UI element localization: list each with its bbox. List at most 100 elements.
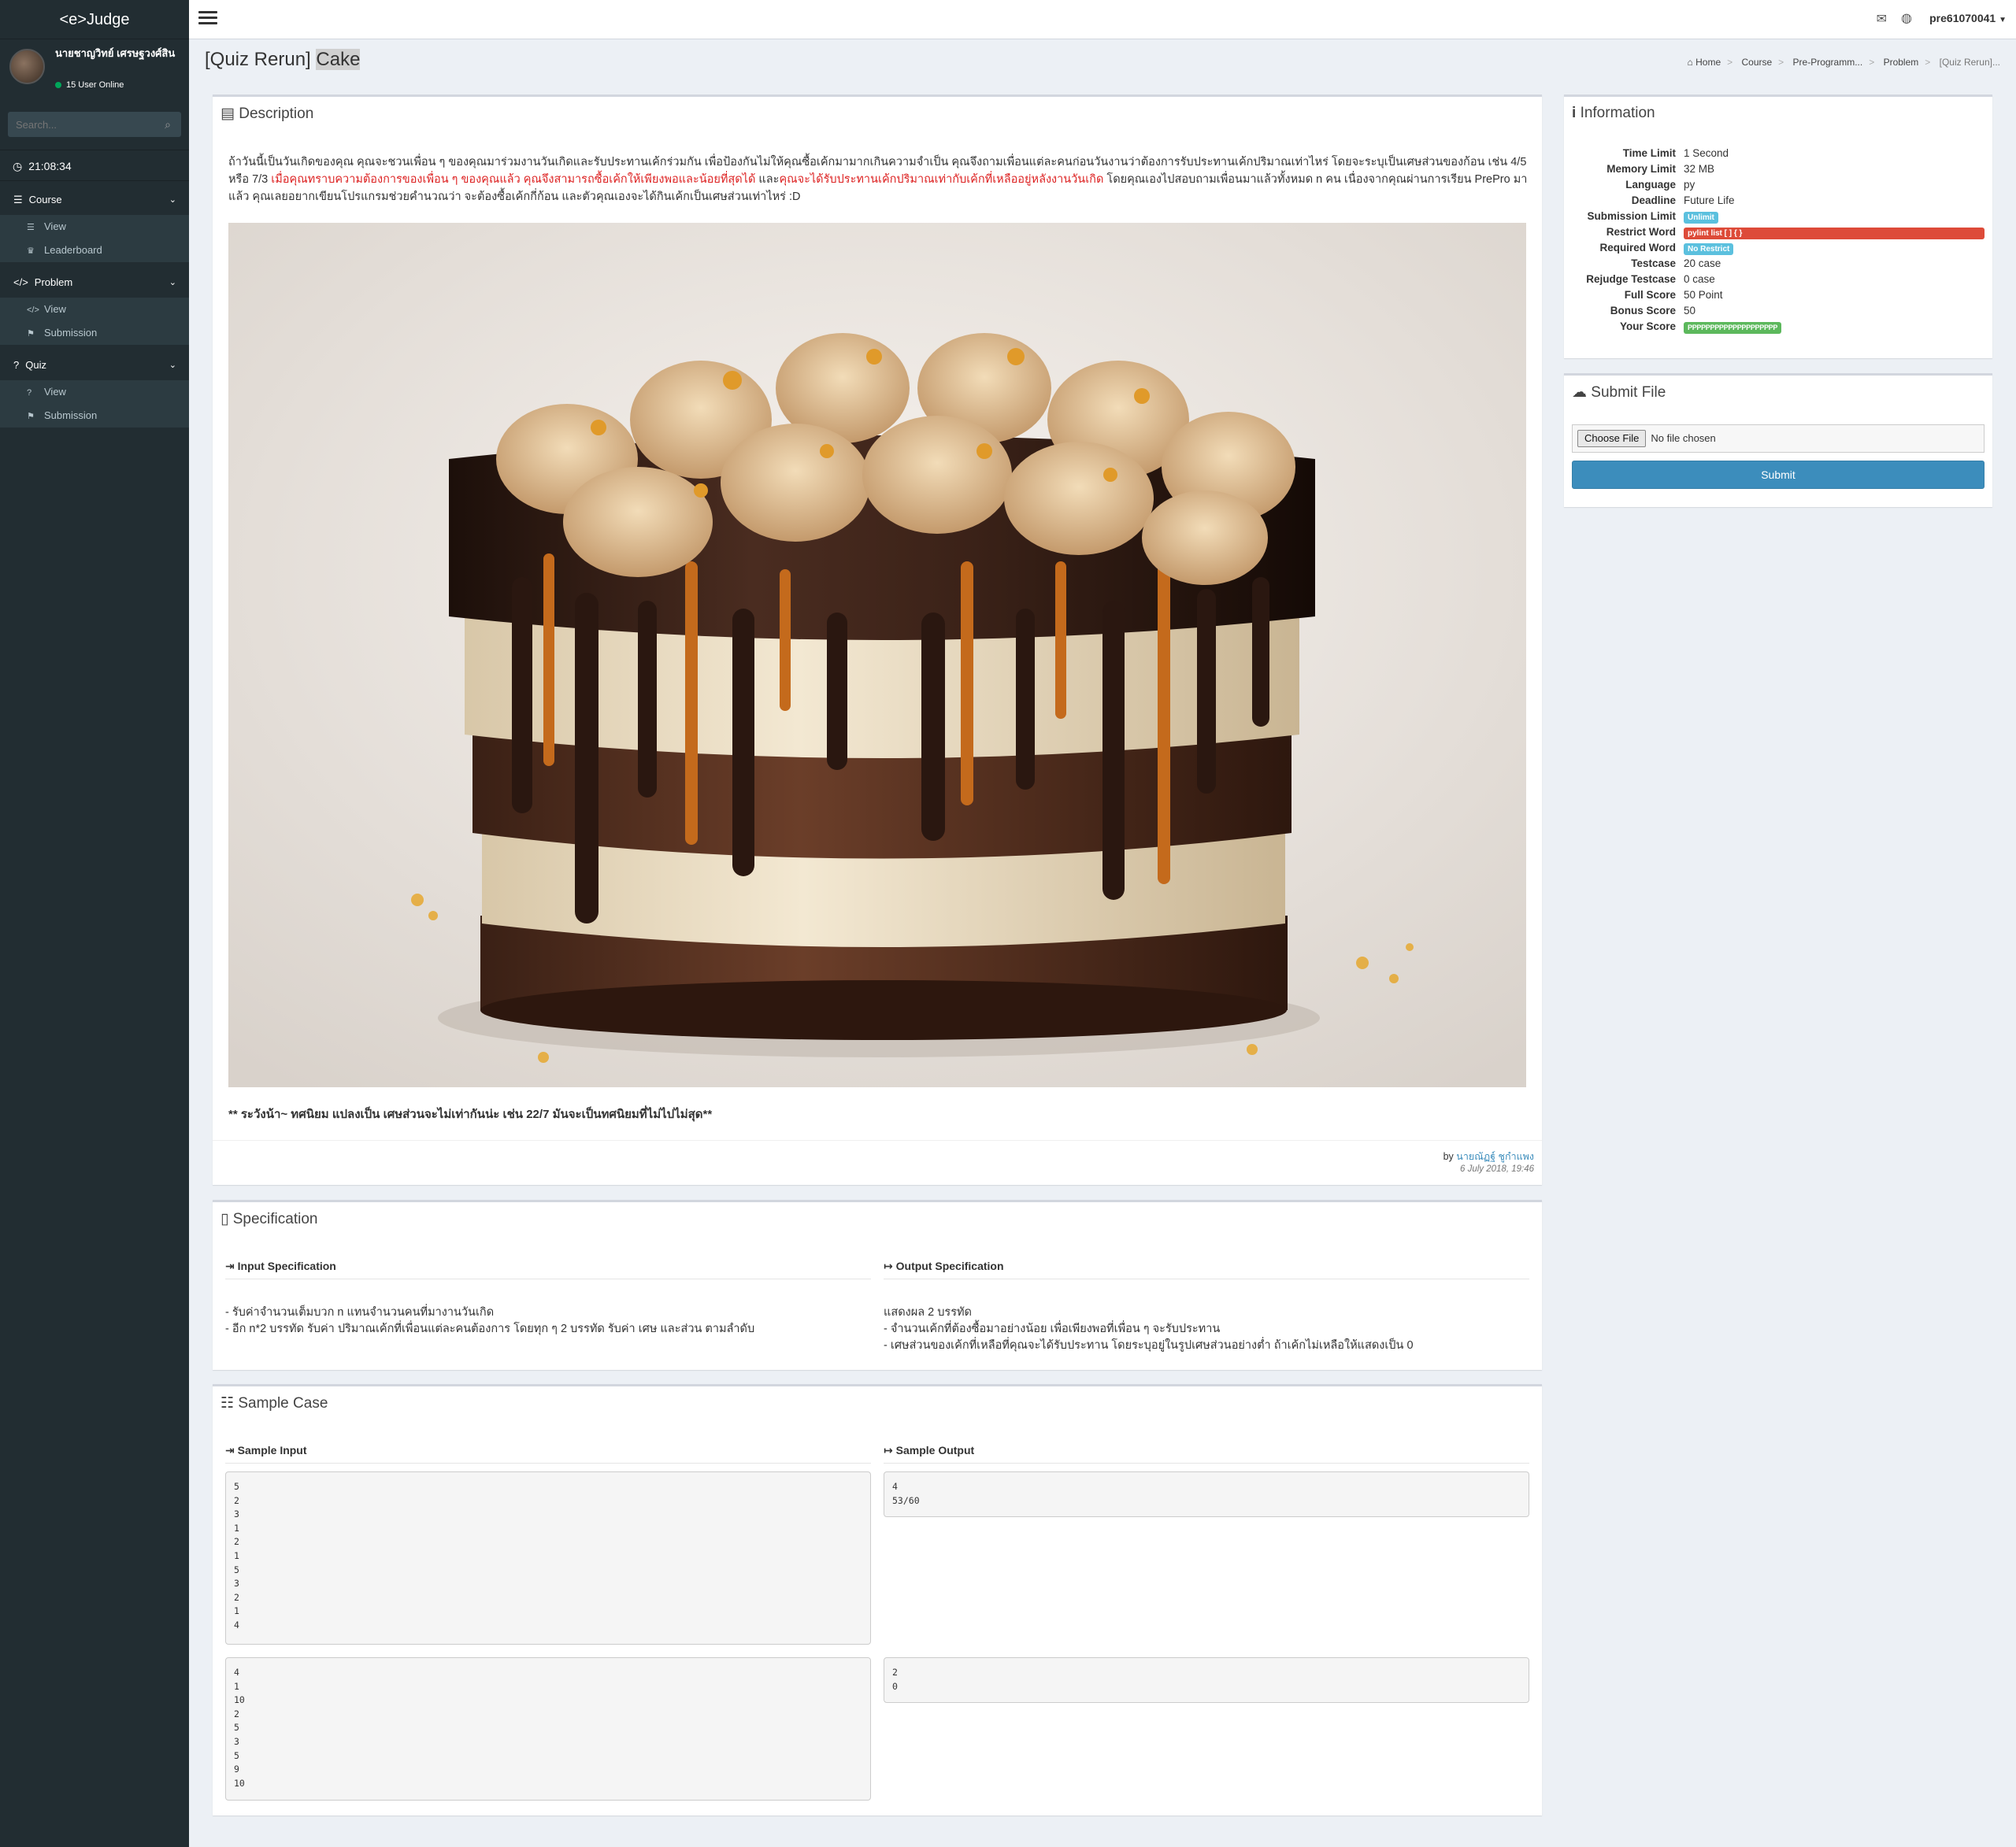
breadcrumb-problem[interactable]: Problem: [1884, 57, 1919, 68]
menu-quiz-label: Quiz: [25, 359, 46, 371]
sign-out-icon: ↦: [884, 1444, 893, 1457]
info-row-deadline: Deadline Future Life: [1564, 194, 1992, 210]
info-label: Time Limit: [1622, 147, 1676, 159]
info-row-language: Language py: [1564, 179, 1992, 194]
sidebar-item-course-view[interactable]: ☰ View: [0, 215, 189, 239]
menu-quiz-header[interactable]: ? Quiz ⌄: [0, 350, 189, 380]
sidebar-item-problem-submission[interactable]: ⚑ Submission: [0, 321, 189, 345]
menu-toggle-icon[interactable]: [198, 11, 217, 28]
breadcrumb-course-name[interactable]: Pre-Programm...: [1793, 57, 1863, 68]
info-value: 20 case: [1684, 257, 1721, 269]
info-value: No Restrict: [1684, 242, 1734, 255]
info-label: Language: [1625, 179, 1676, 191]
output-spec-heading: ↦ Output Specification: [884, 1260, 1004, 1273]
search-input[interactable]: [8, 112, 154, 137]
online-count: 15 User Online: [66, 80, 124, 90]
output-spec-line: - เศษส่วนของเค้กที่เหลือที่คุณจะได้รับปร…: [884, 1339, 1414, 1352]
description-box: ▤ Description ถ้าวันนี้เป็นวันเกิดของคุณ…: [213, 94, 1542, 1185]
breadcrumb-course[interactable]: Course: [1741, 57, 1772, 68]
warning-note: ** ระวังน้า~ ทศนิยม แปลงเป็น เศษส่วนจะไม…: [228, 1108, 713, 1121]
publish-date: 6 July 2018, 19:46: [1460, 1164, 1534, 1174]
sample-title: ☷ Sample Case: [220, 1394, 328, 1412]
input-spec-line: - รับค่าจำนวนเต็มบวก n แทนจำนวนคนที่มางา…: [225, 1306, 495, 1319]
sign-in-icon: ⇥: [225, 1444, 235, 1457]
chevron-down-icon: ⌄: [169, 195, 176, 205]
information-box: i Information Time Limit 1 Second Memory …: [1564, 94, 1992, 358]
specification-heading: Specification: [232, 1211, 318, 1227]
sample-input-heading: ⇥ Sample Input: [225, 1444, 307, 1457]
caret-down-icon: ▼: [1999, 16, 2007, 24]
cloud-upload-icon: ☁: [1572, 384, 1587, 401]
menu-quiz-items: ? View ⚑ Submission: [0, 380, 189, 428]
sample-output-label: Sample Output: [895, 1444, 975, 1457]
sidebar-item-leaderboard[interactable]: ♛ Leaderboard: [0, 239, 189, 262]
sidebar-item-label: Submission: [44, 409, 98, 421]
info-row-bonus-score: Bonus Score 50: [1564, 305, 1992, 320]
clock-time: 21:08:34: [28, 160, 72, 172]
info-label: Submission Limit: [1587, 210, 1676, 222]
sample-output-1[interactable]: 4 53/60: [884, 1471, 1529, 1517]
home-icon: ⌂: [1687, 57, 1693, 68]
info-label: Restrict Word: [1606, 226, 1676, 238]
file-input[interactable]: Choose File No file chosen: [1572, 424, 1984, 453]
app-logo[interactable]: <e>Judge: [0, 0, 189, 39]
specification-title: ▯ Specification: [220, 1210, 317, 1228]
info-value: Future Life: [1684, 194, 1735, 206]
description-para-2: และ: [755, 173, 780, 186]
submit-button[interactable]: Submit: [1572, 461, 1984, 489]
question-icon: ?: [27, 388, 32, 398]
status-badge: Unlimit: [1684, 212, 1718, 224]
trophy-icon: ♛: [27, 246, 35, 256]
sidebar-item-label: View: [44, 303, 66, 315]
sample-output-2[interactable]: 2 0: [884, 1657, 1529, 1703]
submit-title: ☁ Submit File: [1572, 383, 1666, 402]
info-label: Testcase: [1631, 257, 1676, 269]
info-label: Memory Limit: [1606, 163, 1676, 175]
file-status: No file chosen: [1651, 432, 1716, 444]
menu-quiz: ? Quiz ⌄ ? View ⚑ Submission: [0, 350, 189, 428]
input-spec-line: - อีก n*2 บรรทัด รับค่า ปริมาณเค้กที่เพื…: [225, 1323, 755, 1335]
info-row-full-score: Full Score 50 Point: [1564, 289, 1992, 305]
input-spec-label: Input Specification: [237, 1260, 336, 1272]
divider: [884, 1463, 1529, 1464]
page-title-name: Cake: [316, 49, 361, 70]
menu-course-items: ☰ View ♛ Leaderboard: [0, 215, 189, 262]
clock: ◷ 21:08:34: [0, 150, 189, 181]
sidebar-item-quiz-view[interactable]: ? View: [0, 380, 189, 404]
list-ol-icon: ☷: [220, 1395, 235, 1412]
sidebar: <e>Judge นายชาญวิทย์ เศรษฐวงศ์สิน 15 Use…: [0, 0, 189, 1847]
divider: [225, 1463, 871, 1464]
info-value: PPPPPPPPPPPPPPPPPPPP: [1684, 320, 1782, 334]
info-value: 50: [1684, 305, 1696, 316]
globe-icon[interactable]: ◍: [1901, 10, 1912, 26]
code-icon: </>: [27, 305, 39, 315]
sample-input-label: Sample Input: [237, 1444, 307, 1457]
output-spec-label: Output Specification: [895, 1260, 1004, 1272]
output-spec-text: แสดงผล 2 บรรทัด - จำนวนเค้กที่ต้องซื้อมา…: [884, 1305, 1529, 1354]
choose-file-button[interactable]: Choose File: [1577, 430, 1647, 447]
sidebar-item-problem-view[interactable]: </> View: [0, 298, 189, 321]
menu-course-header[interactable]: ☰ Course ⌄: [0, 185, 189, 215]
menu-course-label: Course: [28, 194, 62, 205]
info-row-your-score: Your Score PPPPPPPPPPPPPPPPPPPP: [1564, 320, 1992, 336]
sample-input-1[interactable]: 5 2 3 1 2 1 5 3 2 1 4: [225, 1471, 871, 1645]
top-navbar: ✉ ◍ pre61070041 ▼: [189, 0, 2016, 39]
avatar: [9, 49, 45, 84]
sample-output-heading: ↦ Sample Output: [884, 1444, 974, 1457]
author-link[interactable]: นายณัฏฐ์ ชูกำแพง: [1456, 1151, 1534, 1162]
user-menu[interactable]: pre61070041 ▼: [1929, 12, 2007, 24]
breadcrumb-current: [Quiz Rerun]...: [1939, 57, 2000, 68]
info-row-restrict-word: Restrict Word pylint list [ ] { }: [1564, 226, 1992, 242]
info-value: 32 MB: [1684, 163, 1715, 175]
info-label: Rejudge Testcase: [1586, 273, 1676, 285]
breadcrumb-home[interactable]: Home: [1695, 57, 1721, 68]
sample-input-2[interactable]: 4 1 10 2 5 3 5 9 10: [225, 1657, 871, 1801]
chevron-down-icon: ⌄: [169, 361, 176, 370]
menu-problem-header[interactable]: </> Problem ⌄: [0, 268, 189, 298]
info-label: Bonus Score: [1610, 305, 1676, 316]
info-label: Full Score: [1624, 289, 1676, 301]
mail-icon[interactable]: ✉: [1877, 11, 1887, 27]
search-icon[interactable]: ⌕: [154, 112, 181, 137]
sidebar-item-quiz-submission[interactable]: ⚑ Submission: [0, 404, 189, 428]
info-row-submission-limit: Submission Limit Unlimit: [1564, 210, 1992, 226]
